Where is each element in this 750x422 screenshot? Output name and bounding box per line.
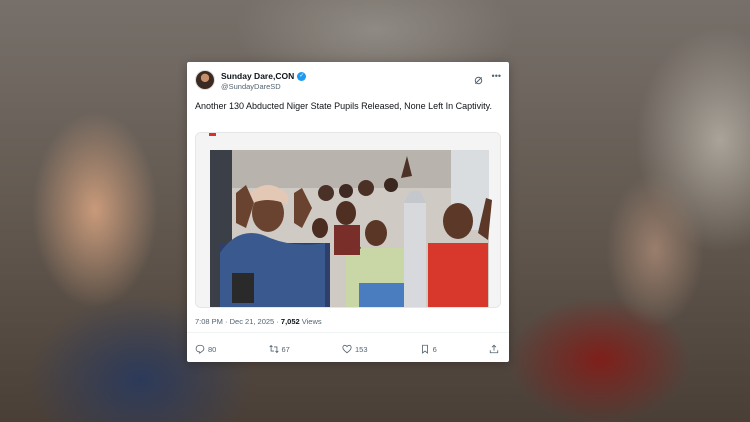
action-bar: 80 67 153 6 bbox=[195, 343, 499, 355]
bookmark-count: 6 bbox=[432, 344, 437, 354]
tweet-text: Another 130 Abducted Niger State Pupils … bbox=[195, 101, 493, 111]
name-row: Sunday Dare,CON ✓ bbox=[221, 71, 307, 81]
like-count: 153 bbox=[355, 344, 368, 354]
tweet-header: Sunday Dare,CON ✓ @SundayDareSD ••• bbox=[195, 70, 501, 96]
like-button[interactable]: 153 bbox=[342, 344, 368, 354]
reply-button[interactable]: 80 bbox=[195, 344, 216, 354]
verified-badge-icon: ✓ bbox=[297, 71, 307, 81]
handle[interactable]: @SundayDareSD bbox=[221, 82, 281, 91]
tweet-photo[interactable] bbox=[195, 132, 501, 308]
meta-separator-2: · bbox=[274, 317, 281, 326]
avatar[interactable] bbox=[195, 70, 215, 90]
tweet-date[interactable]: Dec 21, 2025 bbox=[230, 317, 275, 326]
repost-icon bbox=[268, 344, 279, 354]
heart-icon bbox=[342, 344, 352, 354]
share-icon bbox=[489, 344, 499, 354]
repost-button[interactable]: 67 bbox=[268, 344, 290, 354]
reply-icon bbox=[195, 344, 205, 354]
share-button[interactable] bbox=[489, 344, 499, 354]
grok-icon[interactable] bbox=[474, 72, 483, 85]
tweet-card: Sunday Dare,CON ✓ @SundayDareSD ••• Anot… bbox=[187, 62, 509, 362]
reply-count: 80 bbox=[208, 344, 217, 354]
tweet-meta: 7:08 PM · Dec 21, 2025 · 7,052 Views bbox=[195, 317, 322, 326]
meta-separator: · bbox=[222, 317, 230, 326]
bookmark-icon bbox=[421, 344, 428, 354]
more-options-icon[interactable]: ••• bbox=[492, 71, 501, 81]
tweet-time[interactable]: 7:08 PM bbox=[195, 317, 223, 326]
views-label: Views bbox=[299, 317, 322, 326]
views-count: 7,052 bbox=[280, 317, 300, 326]
divider bbox=[187, 332, 509, 333]
display-name[interactable]: Sunday Dare,CON bbox=[221, 71, 294, 81]
bookmark-button[interactable]: 6 bbox=[420, 344, 437, 354]
repost-count: 67 bbox=[281, 344, 290, 354]
